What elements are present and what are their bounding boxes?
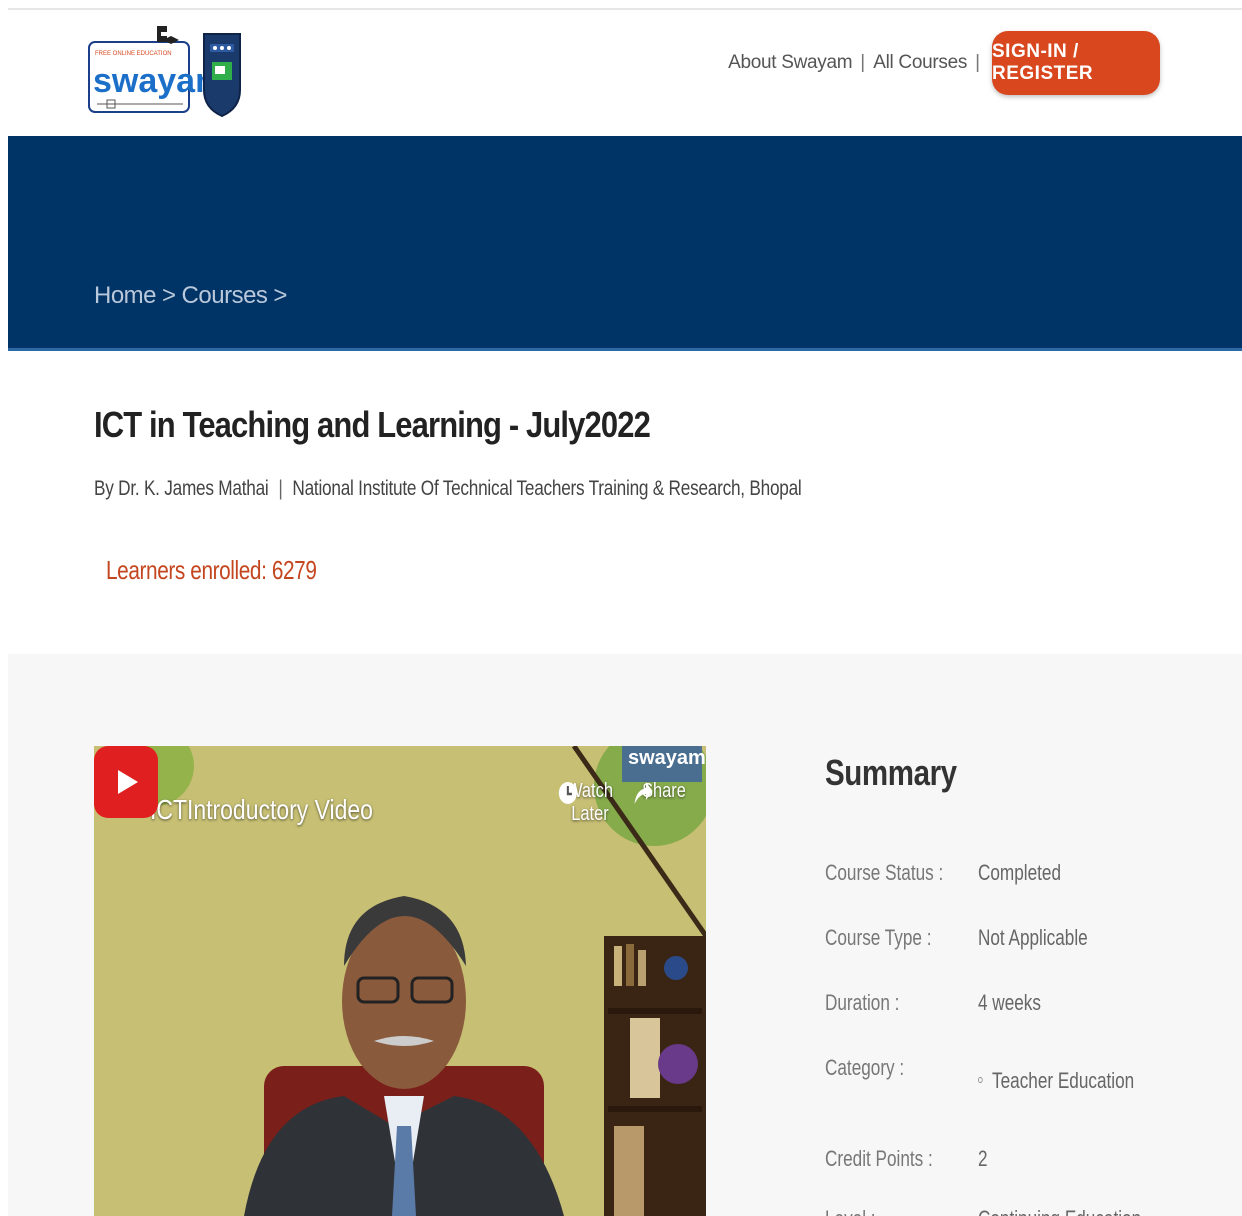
video-title[interactable]: ICTIntroductory Video <box>150 794 373 826</box>
nav-separator: | <box>860 52 866 73</box>
summary-value: Not Applicable <box>978 925 1088 950</box>
banner-edge <box>8 348 1242 351</box>
clock-icon <box>558 782 577 804</box>
share-icon <box>634 782 653 804</box>
breadcrumb-home[interactable]: Home <box>94 282 157 310</box>
intro-video-player[interactable]: swayam N ICTIntroductory Video Watch Lat… <box>94 746 706 1216</box>
institute-name: National Institute Of Technical Teachers… <box>292 477 802 500</box>
summary-title: Summary <box>825 752 957 793</box>
course-title: ICT in Teaching and Learning - July2022 <box>94 404 651 445</box>
watch-later-button[interactable]: Watch Later <box>557 776 623 826</box>
summary-value: 4 weeks <box>978 990 1041 1015</box>
top-nav: About Swayam | All Courses | SIGN-IN / R… <box>728 30 1160 96</box>
nav-all-courses[interactable]: All Courses <box>873 52 967 74</box>
nittr-crest-logo <box>203 33 241 118</box>
breadcrumb-courses[interactable]: Courses <box>182 282 268 310</box>
summary-value: Teacher Education <box>978 1068 1134 1094</box>
summary-value: 2 <box>978 1146 988 1171</box>
bullet-icon <box>978 1077 983 1084</box>
category-teacher-education[interactable]: Teacher Education <box>992 1068 1134 1093</box>
nav-about-swayam[interactable]: About Swayam <box>728 52 852 74</box>
course-byline: By Dr. K. James Mathai | National Instit… <box>94 477 802 501</box>
breadcrumb: Home > Courses > <box>94 282 293 310</box>
summary-label: Level : <box>825 1206 876 1216</box>
summary-value: Completed <box>978 860 1061 885</box>
summary-label: Course Type : <box>825 925 932 950</box>
summary-label: Duration : <box>825 990 900 1015</box>
summary-panel: Summary <box>825 752 986 794</box>
signin-register-button[interactable]: SIGN-IN / REGISTER <box>992 31 1160 95</box>
summary-label: Credit Points : <box>825 1146 933 1171</box>
instructor-name: By Dr. K. James Mathai <box>94 477 269 500</box>
summary-value: Continuing Education <box>978 1206 1141 1216</box>
logo-tagline: FREE ONLINE EDUCATION <box>95 51 172 57</box>
breadcrumb-separator: > <box>273 282 287 309</box>
byline-separator: | <box>278 477 283 500</box>
swayam-logo[interactable]: FREE ONLINE EDUCATION swayam <box>87 22 203 120</box>
summary-label: Category : <box>825 1055 905 1080</box>
summary-label: Course Status : <box>825 860 944 885</box>
course-banner <box>8 136 1242 350</box>
nav-separator: | <box>975 52 980 73</box>
logo-wordmark: swayam <box>93 62 203 100</box>
breadcrumb-separator: > <box>162 282 176 309</box>
share-button[interactable]: Share <box>631 776 697 804</box>
play-button-icon[interactable] <box>94 746 158 818</box>
video-watermark: swayam <box>628 747 706 769</box>
learners-enrolled: Learners enrolled: 6279 <box>106 555 317 585</box>
